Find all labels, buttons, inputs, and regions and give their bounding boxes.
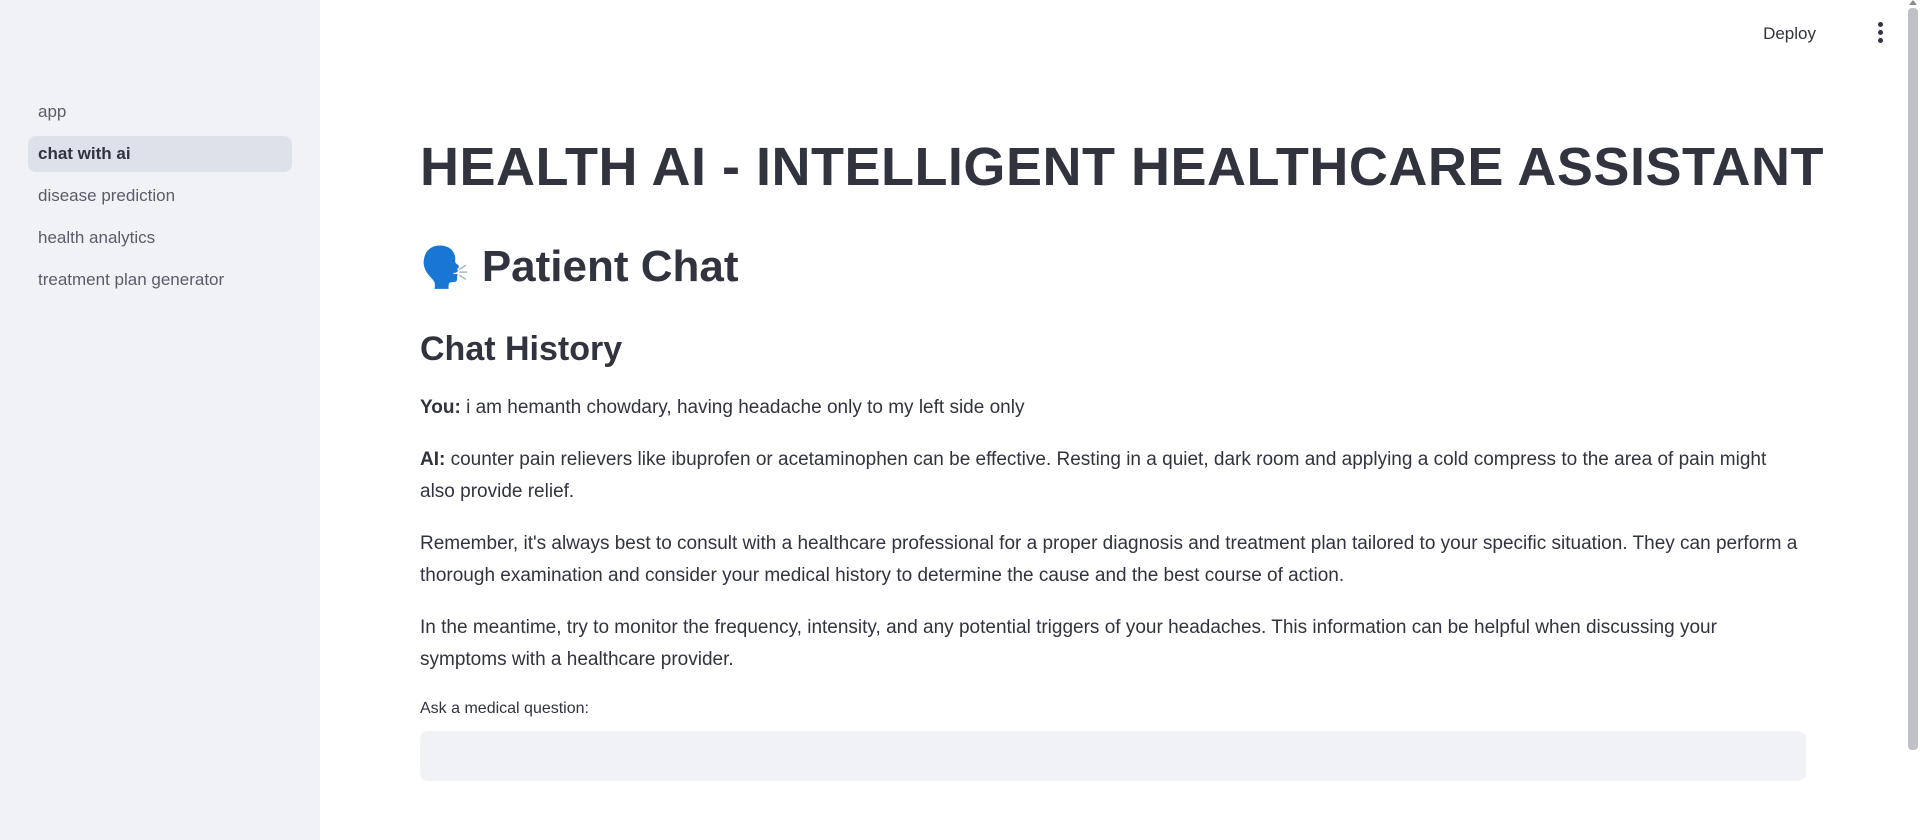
sidebar-item-chat-with-ai[interactable]: chat with ai bbox=[28, 136, 292, 172]
scrollbar[interactable] bbox=[1908, 8, 1918, 750]
message-speaker: AI: bbox=[420, 449, 446, 470]
deploy-button[interactable]: Deploy bbox=[1757, 20, 1822, 48]
chat-message-ai-paragraph: Remember, it's always best to consult wi… bbox=[420, 528, 1806, 592]
chat-history-heading: Chat History bbox=[420, 330, 623, 368]
chat-message-ai-paragraph: In the meantime, try to monitor the freq… bbox=[420, 612, 1806, 676]
scroll-up-arrow-icon[interactable] bbox=[1909, 0, 1917, 5]
speaking-head-icon: 🗣️ bbox=[420, 245, 470, 290]
sidebar-item-health-analytics[interactable]: health analytics bbox=[28, 220, 292, 256]
question-input-label: Ask a medical question: bbox=[420, 700, 589, 717]
message-speaker: You: bbox=[420, 397, 461, 418]
message-text: counter pain relievers like ibuprofen or… bbox=[420, 449, 1767, 502]
message-text: In the meantime, try to monitor the freq… bbox=[420, 617, 1717, 670]
vertical-ellipsis-icon[interactable] bbox=[1876, 22, 1884, 44]
sidebar-item-app[interactable]: app bbox=[28, 94, 292, 130]
chat-message-user: You: i am hemanth chowdary, having heada… bbox=[420, 392, 1806, 424]
message-text: Remember, it's always best to consult wi… bbox=[420, 533, 1798, 586]
sidebar-nav: app chat with ai disease prediction heal… bbox=[28, 94, 292, 304]
question-input[interactable] bbox=[420, 731, 1806, 781]
page-subtitle: 🗣️ Patient Chat bbox=[420, 242, 739, 292]
sidebar-item-disease-prediction[interactable]: disease prediction bbox=[28, 178, 292, 214]
message-text: i am hemanth chowdary, having headache o… bbox=[460, 397, 1025, 418]
subtitle-text: Patient Chat bbox=[481, 242, 739, 291]
sidebar: app chat with ai disease prediction heal… bbox=[0, 0, 320, 840]
chat-message-ai: AI: counter pain relievers like ibuprofe… bbox=[420, 444, 1806, 508]
top-bar: Deploy bbox=[320, 0, 1920, 66]
page-title: HEALTH AI - INTELLIGENT HEALTHCARE ASSIS… bbox=[420, 137, 1824, 197]
app-window: app chat with ai disease prediction heal… bbox=[0, 0, 1920, 840]
sidebar-item-treatment-plan-generator[interactable]: treatment plan generator bbox=[28, 262, 292, 298]
